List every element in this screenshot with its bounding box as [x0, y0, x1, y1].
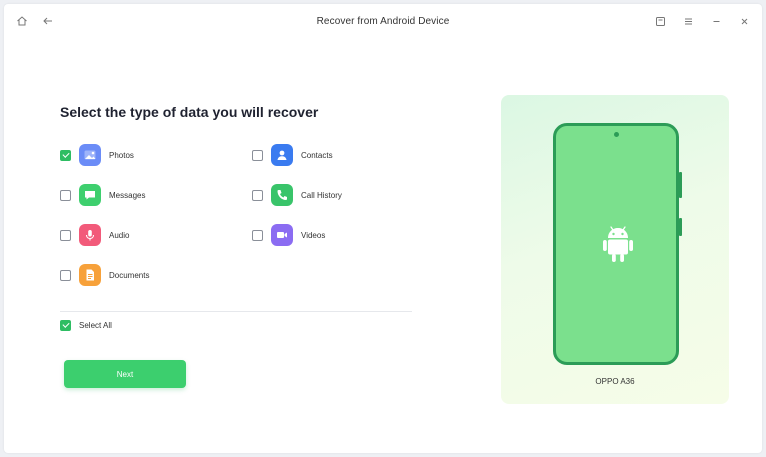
photos-checkbox[interactable]: [60, 149, 71, 161]
camera-dot: [614, 132, 619, 137]
menu-icon[interactable]: [680, 13, 696, 29]
call-history-label: Call History: [301, 190, 342, 200]
videos-icon: [271, 224, 293, 246]
select-all-option[interactable]: Select All: [60, 316, 112, 334]
device-name: OPPO A36: [595, 377, 635, 386]
select-all-label: Select All: [79, 320, 112, 330]
contacts-checkbox[interactable]: [252, 149, 263, 161]
messages-label: Messages: [109, 190, 146, 200]
option-messages[interactable]: Messages: [60, 183, 145, 207]
option-call-history[interactable]: Call History: [252, 183, 342, 207]
device-panel: OPPO A36: [501, 95, 729, 404]
option-contacts[interactable]: Contacts: [252, 143, 333, 167]
phone-side-button: [679, 172, 682, 198]
photos-icon: [79, 144, 101, 166]
documents-icon: [79, 264, 101, 286]
option-audio[interactable]: Audio: [60, 223, 129, 247]
option-photos[interactable]: Photos: [60, 143, 134, 167]
audio-icon: [79, 224, 101, 246]
close-icon[interactable]: [736, 13, 752, 29]
documents-checkbox[interactable]: [60, 269, 71, 281]
phone-illustration: [553, 123, 682, 365]
title-bar: Recover from Android Device: [4, 4, 762, 38]
contacts-icon: [271, 144, 293, 166]
videos-label: Videos: [301, 230, 326, 240]
divider: [60, 311, 412, 312]
phone-side-button: [679, 218, 682, 236]
minimize-icon[interactable]: [708, 13, 724, 29]
videos-checkbox[interactable]: [252, 229, 263, 241]
option-videos[interactable]: Videos: [252, 223, 325, 247]
documents-label: Documents: [109, 270, 150, 280]
call-history-icon: [271, 184, 293, 206]
app-window: Recover from Android Device Select the t…: [4, 4, 762, 453]
messages-icon: [79, 184, 101, 206]
feedback-icon[interactable]: [652, 13, 668, 29]
android-icon: [603, 226, 633, 262]
window-controls: [652, 13, 752, 29]
contacts-label: Contacts: [301, 150, 333, 160]
audio-label: Audio: [109, 230, 130, 240]
next-button[interactable]: Next: [64, 360, 186, 388]
option-documents[interactable]: Documents: [60, 263, 149, 287]
messages-checkbox[interactable]: [60, 189, 71, 201]
page-title: Select the type of data you will recover: [60, 104, 319, 120]
call-history-checkbox[interactable]: [252, 189, 263, 201]
audio-checkbox[interactable]: [60, 229, 71, 241]
select-all-checkbox[interactable]: [60, 319, 71, 331]
window-title: Recover from Android Device: [316, 16, 450, 27]
photos-label: Photos: [109, 150, 134, 160]
